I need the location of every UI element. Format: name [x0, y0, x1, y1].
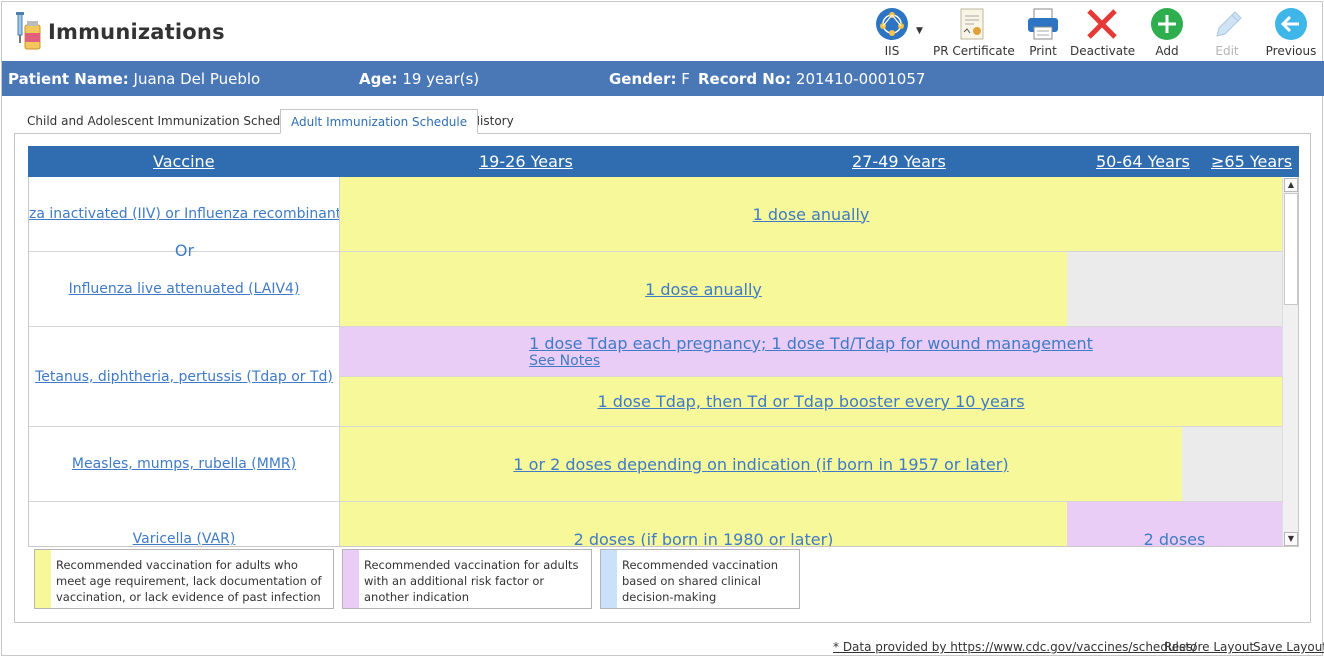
- dose-cell: 1 dose anually: [340, 177, 1282, 252]
- dose-cell: 1 dose Tdap, then Td or Tdap booster eve…: [340, 377, 1282, 427]
- print-label: Print: [1029, 44, 1057, 58]
- deactivate-label: Deactivate: [1070, 44, 1136, 58]
- network-globe-icon: [876, 8, 908, 40]
- edit-button[interactable]: Edit: [1207, 4, 1247, 60]
- certificate-icon: [960, 8, 984, 40]
- plus-circle-icon: [1151, 8, 1183, 40]
- previous-label: Previous: [1265, 44, 1317, 58]
- iis-dropdown-caret-icon[interactable]: ▼: [916, 26, 923, 36]
- pr-certificate-button[interactable]: PR Certificate: [933, 4, 1015, 60]
- dose-cell: 1 dose Tdap each pregnancy; 1 dose Td/Td…: [340, 327, 1282, 377]
- iis-label: IIS: [884, 44, 900, 58]
- patient-gender: Gender: F: [609, 70, 690, 88]
- dose-cell: 2 doses (if born in 1980 or later): [340, 502, 1067, 547]
- tab-child-adolescent[interactable]: Child and Adolescent Immunization Schedu…: [17, 109, 309, 134]
- dose-link[interactable]: 1 dose Tdap each pregnancy; 1 dose Td/Td…: [529, 334, 1093, 353]
- see-notes-link[interactable]: See Notes: [529, 353, 1093, 369]
- table-row: Varicella (VAR): [29, 502, 340, 546]
- patient-age: Age: 19 year(s): [359, 70, 480, 88]
- dose-link[interactable]: 2 doses: [1144, 530, 1206, 547]
- dose-cell: 1 or 2 doses depending on indication (if…: [340, 427, 1182, 502]
- schedule-header: Vaccine 19-26 Years 27-49 Years 50-64 Ye…: [28, 146, 1299, 177]
- table-scrollbar[interactable]: ▲ ▼: [1282, 178, 1298, 546]
- pr-certificate-label: PR Certificate: [933, 44, 1015, 58]
- page-title: Immunizations: [48, 20, 225, 44]
- legend-text: Recommended vaccination for adults who m…: [56, 558, 322, 604]
- not-recommended-cell: [1182, 427, 1282, 502]
- dose-link[interactable]: 1 dose Tdap, then Td or Tdap booster eve…: [597, 392, 1024, 411]
- back-arrow-icon: [1275, 8, 1307, 40]
- red-x-icon: [1087, 9, 1117, 39]
- vaccine-link[interactable]: Measles, mumps, rubella (MMR): [72, 456, 296, 472]
- vaccine-link[interactable]: za inactivated (IIV) or Influenza recomb…: [29, 206, 339, 222]
- table-row: Tetanus, diphtheria, pertussis (Tdap or …: [29, 327, 340, 427]
- legend-text: Recommended vaccination based on shared …: [622, 558, 779, 604]
- legend-shared: Recommended vaccination based on shared …: [600, 549, 800, 609]
- restore-layout-link[interactable]: Restore Layout: [1164, 640, 1254, 654]
- vaccine-link[interactable]: Varicella (VAR): [133, 531, 236, 546]
- dose-link[interactable]: 1 dose anually: [645, 280, 762, 299]
- vaccine-link[interactable]: Influenza live attenuated (LAIV4): [69, 281, 300, 297]
- vaccine-link[interactable]: Tetanus, diphtheria, pertussis (Tdap or …: [35, 369, 333, 385]
- dose-link[interactable]: 2 doses (if born in 1980 or later): [574, 530, 834, 547]
- header-65-plus[interactable]: ≥65 Years: [1211, 152, 1292, 171]
- header-50-64[interactable]: 50-64 Years: [1096, 152, 1190, 171]
- table-row: Influenza live attenuated (LAIV4): [29, 252, 340, 327]
- add-label: Add: [1155, 44, 1179, 58]
- print-button[interactable]: Print: [1022, 4, 1064, 60]
- not-recommended-cell: [1067, 252, 1282, 327]
- iis-button[interactable]: IIS: [866, 4, 918, 60]
- legend-swatch: [343, 550, 359, 608]
- previous-button[interactable]: Previous: [1264, 4, 1318, 60]
- edit-label: Edit: [1215, 44, 1239, 58]
- header-19-26[interactable]: 19-26 Years: [479, 152, 573, 171]
- scroll-up-arrow-icon[interactable]: ▲: [1284, 178, 1298, 192]
- legend-risk: Recommended vaccination for adults with …: [342, 549, 592, 609]
- legend-text: Recommended vaccination for adults with …: [364, 558, 579, 604]
- save-layout-link[interactable]: Save Layout: [1253, 640, 1324, 654]
- pencil-icon: [1216, 11, 1242, 37]
- cdc-source-link[interactable]: * Data provided by https://www.cdc.gov/v…: [833, 640, 1197, 654]
- schedule-table: za inactivated (IIV) or Influenza recomb…: [28, 177, 1299, 547]
- dose-link[interactable]: 1 or 2 doses depending on indication (if…: [513, 455, 1008, 474]
- legend-routine: Recommended vaccination for adults who m…: [34, 549, 334, 609]
- header-vaccine[interactable]: Vaccine: [153, 152, 215, 171]
- deactivate-button[interactable]: Deactivate: [1070, 4, 1136, 60]
- dose-cell: 1 dose anually: [340, 252, 1067, 327]
- tab-adult[interactable]: Adult Immunization Schedule: [280, 109, 479, 134]
- legend-swatch: [35, 550, 51, 608]
- scroll-thumb[interactable]: [1284, 193, 1298, 305]
- dose-link[interactable]: 1 dose anually: [753, 205, 870, 224]
- patient-record: Record No: 201410-0001057: [698, 70, 926, 88]
- table-row: Measles, mumps, rubella (MMR): [29, 427, 340, 502]
- scroll-down-arrow-icon[interactable]: ▼: [1284, 532, 1298, 546]
- patient-name: Patient Name: Juana Del Pueblo: [8, 70, 261, 88]
- add-button[interactable]: Add: [1147, 4, 1187, 60]
- legend-swatch: [601, 550, 617, 608]
- header: Immunizations IIS ▼ PR Certificate Print…: [2, 2, 1324, 62]
- app-window: Immunizations IIS ▼ PR Certificate Print…: [1, 1, 1324, 656]
- printer-icon: [1028, 8, 1058, 40]
- syringe-vial-icon: [16, 12, 41, 50]
- dose-cell: 2 doses: [1067, 502, 1282, 547]
- patient-info-bar: Patient Name: Juana Del Pueblo Age: 19 y…: [2, 61, 1324, 96]
- header-27-49[interactable]: 27-49 Years: [852, 152, 946, 171]
